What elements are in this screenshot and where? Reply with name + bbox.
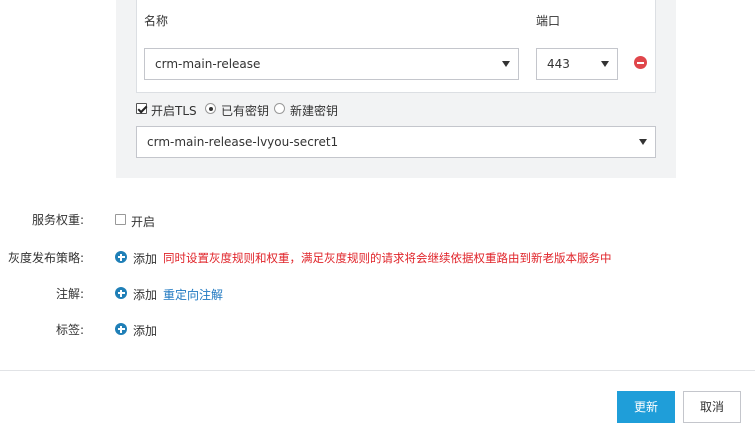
canary-label: 灰度发布策略: <box>7 251 84 265</box>
tag-label: 标签: <box>55 323 84 337</box>
tls-label: 开启TLS <box>151 104 197 118</box>
new-secret-radio[interactable] <box>274 103 285 114</box>
add-icon[interactable] <box>115 287 127 299</box>
new-secret-label: 新建密钥 <box>290 104 339 118</box>
secret-value: crm-main-release-lvyou-secret1 <box>147 135 339 149</box>
existing-secret-label: 已有密钥 <box>221 104 270 118</box>
weight-option-label: 开启 <box>131 215 156 229</box>
canary-add-button[interactable]: 添加 <box>133 250 157 267</box>
port-column-header: 端口 <box>536 14 561 28</box>
service-name-value: crm-main-release <box>155 57 261 71</box>
canary-label-wrap: 灰度发布策略: <box>0 249 84 265</box>
weight-checkbox[interactable] <box>115 214 126 225</box>
weight-label-wrap: 服务权重: <box>0 211 84 227</box>
chevron-down-icon <box>639 139 647 145</box>
annotation-label: 注解: <box>55 287 84 301</box>
service-name-select[interactable]: crm-main-release <box>144 48 519 80</box>
annotation-add-button[interactable]: 添加 <box>133 286 157 303</box>
annotation-label-wrap: 注解: <box>0 285 84 301</box>
name-column-header: 名称 <box>144 14 169 28</box>
tls-checkbox[interactable] <box>136 103 147 114</box>
remove-row-icon[interactable] <box>634 56 647 69</box>
redirect-annotation-link[interactable]: 重定向注解 <box>163 286 223 303</box>
cancel-button[interactable]: 取消 <box>683 391 741 423</box>
update-button[interactable]: 更新 <box>617 391 675 423</box>
canary-hint: 同时设置灰度规则和权重，满足灰度规则的请求将会继续依据权重路由到新老版本服务中 <box>163 251 612 265</box>
chevron-down-icon <box>502 61 510 67</box>
chevron-down-icon <box>601 61 609 67</box>
service-port-value: 443 <box>547 57 570 71</box>
add-icon[interactable] <box>115 323 127 335</box>
footer-divider <box>0 370 755 371</box>
tag-label-wrap: 标签: <box>0 321 84 337</box>
add-icon[interactable] <box>115 251 127 263</box>
weight-label: 服务权重: <box>31 213 84 227</box>
secret-select[interactable]: crm-main-release-lvyou-secret1 <box>136 126 656 158</box>
existing-secret-radio[interactable] <box>205 103 216 114</box>
tag-add-button[interactable]: 添加 <box>133 322 157 339</box>
service-port-select[interactable]: 443 <box>536 48 618 80</box>
